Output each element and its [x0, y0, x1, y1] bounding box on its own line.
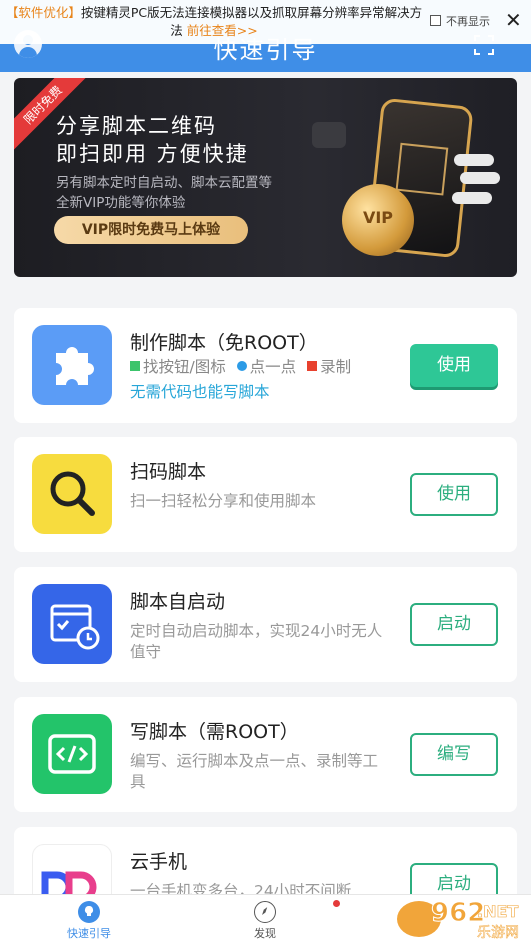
card-description: 编写、运行脚本及点一点、录制等工具	[130, 752, 379, 791]
notice-link[interactable]: 前往查看>>	[187, 23, 258, 38]
lightbulb-icon	[78, 901, 100, 923]
tab-discover[interactable]: 发现	[220, 901, 310, 941]
card-description: 扫一扫轻松分享和使用脚本	[130, 492, 317, 510]
magnifier-icon	[32, 454, 112, 534]
card-title: 写脚本（需ROOT）	[130, 721, 299, 743]
feature-card-write-script[interactable]: 写脚本（需ROOT） 编写、运行脚本及点一点、录制等工具 编写	[14, 697, 517, 812]
feature-card-autostart[interactable]: 脚本自启动 定时自动启动脚本，实现24小时无人值守 启动	[14, 567, 517, 682]
pill-decoration-icon	[452, 192, 492, 204]
card-title: 云手机	[130, 851, 188, 873]
notice-bar[interactable]: 【软件优化】按键精灵PC版无法连接模拟器以及抓取屏幕分辨率异常解决方法 前往查看…	[0, 0, 531, 44]
write-button[interactable]: 编写	[410, 733, 498, 776]
svg-text:.NET: .NET	[477, 902, 518, 921]
banner-subtitle-line2: 全新VIP功能等你体验	[56, 195, 186, 211]
banner-title-line1: 分享脚本二维码	[56, 114, 217, 138]
tab-label: 发现	[254, 927, 276, 940]
record-icon	[307, 361, 318, 371]
use-button[interactable]: 使用	[410, 473, 498, 516]
site-watermark-logo: 962 .NET 乐游网	[397, 898, 519, 941]
code-icon	[32, 714, 112, 794]
image-icon	[130, 361, 140, 371]
feature-card-make-script[interactable]: 制作脚本（免ROOT） 找按钮/图标 点一点 录制 无需代码也能写脚本 使用	[14, 308, 517, 423]
close-icon[interactable]: ✕	[505, 10, 522, 30]
tab-quick-guide[interactable]: 快速引导	[44, 901, 134, 941]
card-title: 扫码脚本	[130, 461, 207, 483]
notice-text[interactable]: 【软件优化】按键精灵PC版无法连接模拟器以及抓取屏幕分辨率异常解决方法 前往查看…	[2, 4, 426, 40]
notification-dot	[333, 900, 340, 907]
use-button[interactable]: 使用	[410, 344, 498, 387]
puzzle-icon	[32, 325, 112, 405]
card-highlight: 无需代码也能写脚本	[130, 383, 270, 401]
feature-card-scan-script[interactable]: 扫码脚本 扫一扫轻松分享和使用脚本 使用	[14, 437, 517, 552]
tap-icon	[236, 361, 247, 371]
vip-coin-icon: VIP	[342, 184, 414, 256]
no-more-checkbox[interactable]	[430, 15, 441, 26]
notice-tag: 【软件优化】	[5, 5, 81, 20]
scheduled-task-icon	[32, 584, 112, 664]
svg-text:乐游网: 乐游网	[477, 925, 519, 941]
card-title: 制作脚本（免ROOT）	[130, 332, 318, 354]
vip-banner[interactable]: 限时免费 分享脚本二维码 即扫即用 方便快捷 另有脚本定时自启动、脚本云配置等 …	[14, 78, 517, 277]
vip-trial-button[interactable]: VIP限时免费马上体验	[54, 216, 248, 244]
compass-icon	[254, 901, 276, 923]
card-title: 脚本自启动	[130, 591, 226, 613]
start-button[interactable]: 启动	[410, 603, 498, 646]
camera-illustration-icon	[312, 122, 346, 148]
banner-subtitle-line1: 另有脚本定时自启动、脚本云配置等	[56, 175, 272, 191]
banner-title-line2: 即扫即用 方便快捷	[56, 142, 249, 166]
card-description: 定时自动启动脚本，实现24小时无人值守	[130, 622, 383, 661]
tab-label: 快速引导	[67, 927, 111, 940]
no-more-label[interactable]: 不再显示	[446, 13, 490, 29]
pill-decoration-icon	[454, 154, 494, 166]
tool-list: 找按钮/图标 点一点 录制	[130, 355, 357, 377]
pill-decoration-icon	[460, 172, 500, 184]
